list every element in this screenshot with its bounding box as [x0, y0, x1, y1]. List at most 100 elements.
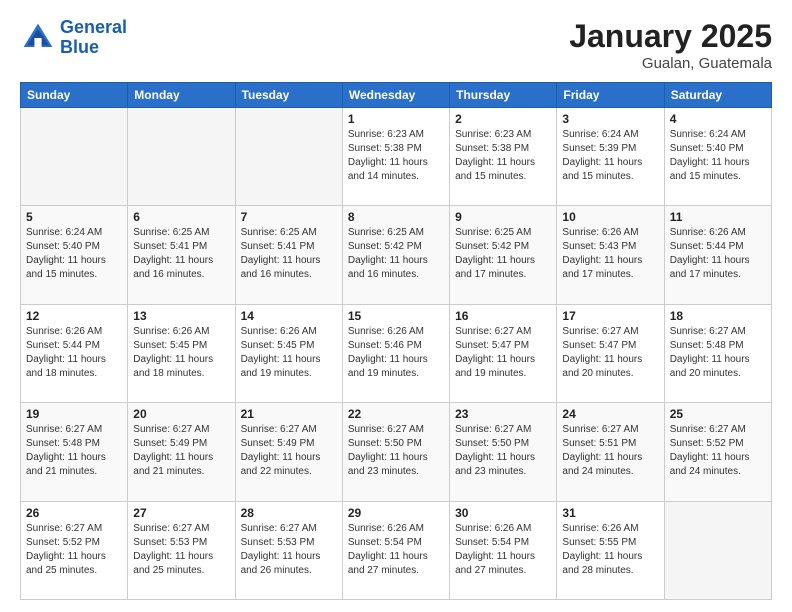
week-row-5: 26Sunrise: 6:27 AM Sunset: 5:52 PM Dayli… — [21, 501, 772, 599]
weekday-header-thursday: Thursday — [450, 83, 557, 108]
day-info: Sunrise: 6:26 AM Sunset: 5:55 PM Dayligh… — [562, 522, 658, 578]
day-number: 19 — [26, 407, 122, 421]
day-cell: 31 Sunrise: 6:26 AM Sunset: 5:55 PM Dayli… — [557, 501, 664, 599]
day-info: Sunrise: 6:27 AM Sunset: 5:53 PM Dayligh… — [133, 522, 229, 578]
logo: General Blue — [20, 18, 127, 58]
day-info: Sunrise: 6:25 AM Sunset: 5:41 PM Dayligh… — [241, 226, 337, 282]
day-cell: 26Sunrise: 6:27 AM Sunset: 5:52 PM Dayli… — [21, 501, 128, 599]
weekday-header-saturday: Saturday — [664, 83, 771, 108]
day-info: Sunrise: 6:27 AM Sunset: 5:49 PM Dayligh… — [241, 423, 337, 479]
day-number: 4 — [670, 112, 766, 126]
week-row-1: 1Sunrise: 6:23 AM Sunset: 5:38 PM Daylig… — [21, 108, 772, 206]
day-info: Sunrise: 6:26 AM Sunset: 5:44 PM Dayligh… — [26, 325, 122, 381]
day-cell: 25 Sunrise: 6:27 AM Sunset: 5:52 PM Dayli… — [664, 403, 771, 501]
day-info: Sunrise: 6:25 AM Sunset: 5:42 PM Dayligh… — [455, 226, 551, 282]
day-info: Sunrise: 6:27 AM Sunset: 5:47 PM Dayligh… — [562, 325, 658, 381]
day-cell: 20Sunrise: 6:27 AM Sunset: 5:49 PM Dayli… — [128, 403, 235, 501]
day-info: Sunrise: 6:26 AM Sunset: 5:43 PM Dayligh… — [562, 226, 658, 282]
day-number: 20 — [133, 407, 229, 421]
day-number: 9 — [455, 210, 551, 224]
day-cell: 30 Sunrise: 6:26 AM Sunset: 5:54 PM Dayli… — [450, 501, 557, 599]
day-info: Sunrise: 6:27 AM Sunset: 5:48 PM Dayligh… — [26, 423, 122, 479]
day-number: 15 — [348, 309, 444, 323]
week-row-3: 12 Sunrise: 6:26 AM Sunset: 5:44 PM Dayli… — [21, 304, 772, 402]
day-cell: 27 Sunrise: 6:27 AM Sunset: 5:53 PM Dayli… — [128, 501, 235, 599]
day-info: Sunrise: 6:26 AM Sunset: 5:54 PM Dayligh… — [348, 522, 444, 578]
day-info: Sunrise: 6:26 AM Sunset: 5:45 PM Dayligh… — [133, 325, 229, 381]
logo-line2: Blue — [60, 38, 127, 58]
day-number: 5 — [26, 210, 122, 224]
day-number: 27 — [133, 506, 229, 520]
day-cell — [128, 108, 235, 206]
day-cell: 13 Sunrise: 6:26 AM Sunset: 5:45 PM Dayli… — [128, 304, 235, 402]
weekday-header-monday: Monday — [128, 83, 235, 108]
day-cell: 17 Sunrise: 6:27 AM Sunset: 5:47 PM Dayli… — [557, 304, 664, 402]
day-number: 16 — [455, 309, 551, 323]
day-number: 23 — [455, 407, 551, 421]
day-cell: 5 Sunrise: 6:24 AM Sunset: 5:40 PM Daylig… — [21, 206, 128, 304]
day-info: Sunrise: 6:25 AM Sunset: 5:41 PM Dayligh… — [133, 226, 229, 282]
day-number: 25 — [670, 407, 766, 421]
day-info: Sunrise: 6:24 AM Sunset: 5:40 PM Dayligh… — [26, 226, 122, 282]
location: Gualan, Guatemala — [569, 55, 772, 72]
day-cell: 2 Sunrise: 6:23 AM Sunset: 5:38 PM Daylig… — [450, 108, 557, 206]
day-number: 26 — [26, 506, 122, 520]
day-cell: 29Sunrise: 6:26 AM Sunset: 5:54 PM Dayli… — [342, 501, 449, 599]
logo-icon — [20, 20, 56, 56]
day-info: Sunrise: 6:26 AM Sunset: 5:46 PM Dayligh… — [348, 325, 444, 381]
day-cell: 12 Sunrise: 6:26 AM Sunset: 5:44 PM Dayli… — [21, 304, 128, 402]
weekday-header-tuesday: Tuesday — [235, 83, 342, 108]
weekday-header-friday: Friday — [557, 83, 664, 108]
day-info: Sunrise: 6:26 AM Sunset: 5:54 PM Dayligh… — [455, 522, 551, 578]
day-info: Sunrise: 6:27 AM Sunset: 5:48 PM Dayligh… — [670, 325, 766, 381]
day-cell: 11 Sunrise: 6:26 AM Sunset: 5:44 PM Dayli… — [664, 206, 771, 304]
day-cell: 1Sunrise: 6:23 AM Sunset: 5:38 PM Daylig… — [342, 108, 449, 206]
month-title: January 2025 — [569, 18, 772, 55]
day-cell: 7 Sunrise: 6:25 AM Sunset: 5:41 PM Daylig… — [235, 206, 342, 304]
day-info: Sunrise: 6:23 AM Sunset: 5:38 PM Dayligh… — [348, 128, 444, 184]
day-cell: 23 Sunrise: 6:27 AM Sunset: 5:50 PM Dayli… — [450, 403, 557, 501]
day-number: 18 — [670, 309, 766, 323]
day-number: 14 — [241, 309, 337, 323]
day-info: Sunrise: 6:23 AM Sunset: 5:38 PM Dayligh… — [455, 128, 551, 184]
day-cell — [21, 108, 128, 206]
day-number: 24 — [562, 407, 658, 421]
page: General Blue January 2025 Gualan, Guatem… — [0, 0, 792, 612]
title-block: January 2025 Gualan, Guatemala — [569, 18, 772, 72]
day-cell: 22Sunrise: 6:27 AM Sunset: 5:50 PM Dayli… — [342, 403, 449, 501]
day-info: Sunrise: 6:26 AM Sunset: 5:44 PM Dayligh… — [670, 226, 766, 282]
day-cell: 3Sunrise: 6:24 AM Sunset: 5:39 PM Daylig… — [557, 108, 664, 206]
day-info: Sunrise: 6:27 AM Sunset: 5:52 PM Dayligh… — [670, 423, 766, 479]
day-cell: 15 Sunrise: 6:26 AM Sunset: 5:46 PM Dayli… — [342, 304, 449, 402]
day-cell: 8Sunrise: 6:25 AM Sunset: 5:42 PM Daylig… — [342, 206, 449, 304]
day-number: 2 — [455, 112, 551, 126]
day-number: 17 — [562, 309, 658, 323]
day-number: 30 — [455, 506, 551, 520]
day-number: 12 — [26, 309, 122, 323]
day-cell — [235, 108, 342, 206]
weekday-header-sunday: Sunday — [21, 83, 128, 108]
day-cell: 21Sunrise: 6:27 AM Sunset: 5:49 PM Dayli… — [235, 403, 342, 501]
day-cell: 24 Sunrise: 6:27 AM Sunset: 5:51 PM Dayli… — [557, 403, 664, 501]
day-cell: 18 Sunrise: 6:27 AM Sunset: 5:48 PM Dayli… — [664, 304, 771, 402]
day-info: Sunrise: 6:27 AM Sunset: 5:51 PM Dayligh… — [562, 423, 658, 479]
day-info: Sunrise: 6:25 AM Sunset: 5:42 PM Dayligh… — [348, 226, 444, 282]
day-number: 10 — [562, 210, 658, 224]
day-number: 6 — [133, 210, 229, 224]
day-info: Sunrise: 6:26 AM Sunset: 5:45 PM Dayligh… — [241, 325, 337, 381]
day-cell: 4 Sunrise: 6:24 AM Sunset: 5:40 PM Daylig… — [664, 108, 771, 206]
week-row-2: 5 Sunrise: 6:24 AM Sunset: 5:40 PM Daylig… — [21, 206, 772, 304]
day-cell: 9 Sunrise: 6:25 AM Sunset: 5:42 PM Daylig… — [450, 206, 557, 304]
day-cell — [664, 501, 771, 599]
weekday-header-row: SundayMondayTuesdayWednesdayThursdayFrid… — [21, 83, 772, 108]
day-info: Sunrise: 6:27 AM Sunset: 5:53 PM Dayligh… — [241, 522, 337, 578]
day-number: 11 — [670, 210, 766, 224]
day-cell: 28 Sunrise: 6:27 AM Sunset: 5:53 PM Dayli… — [235, 501, 342, 599]
day-number: 28 — [241, 506, 337, 520]
day-number: 13 — [133, 309, 229, 323]
day-info: Sunrise: 6:24 AM Sunset: 5:40 PM Dayligh… — [670, 128, 766, 184]
day-cell: 6 Sunrise: 6:25 AM Sunset: 5:41 PM Daylig… — [128, 206, 235, 304]
day-info: Sunrise: 6:27 AM Sunset: 5:50 PM Dayligh… — [455, 423, 551, 479]
day-number: 7 — [241, 210, 337, 224]
day-number: 31 — [562, 506, 658, 520]
